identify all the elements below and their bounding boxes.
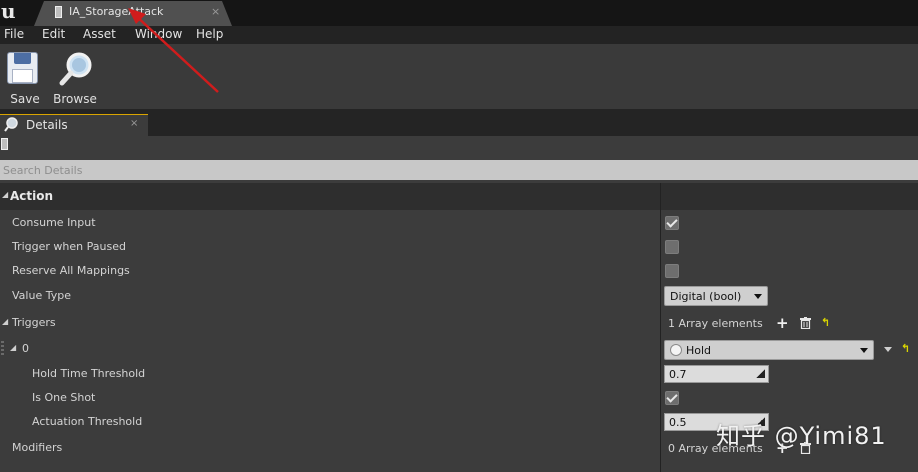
property-label: Trigger when Paused <box>12 240 126 253</box>
browse-magnifier-icon <box>59 52 92 86</box>
toolbar: Save Browse <box>0 44 918 109</box>
property-label: Reserve All Mappings <box>12 264 130 277</box>
menu-edit[interactable]: Edit <box>42 27 65 41</box>
title-bar: u IA_StorageAttack × <box>0 0 918 26</box>
property-row-hold-time-threshold: Hold Time Threshold 0.7 <box>0 362 918 386</box>
category-label: Action <box>10 189 54 203</box>
menu-window[interactable]: Window <box>135 27 182 41</box>
reserve-all-mappings-checkbox[interactable] <box>665 264 679 278</box>
value-type-selected: Digital (bool) <box>670 290 742 303</box>
property-row-reserve-all-mappings: Reserve All Mappings <box>0 259 918 283</box>
asset-icon <box>55 6 62 18</box>
details-tab-label: Details <box>26 118 68 132</box>
menu-asset[interactable]: Asset <box>83 27 116 41</box>
add-element-icon[interactable]: + <box>776 316 789 331</box>
unreal-logo-icon: u <box>1 0 16 23</box>
search-bar <box>0 160 918 180</box>
property-label: Modifiers <box>12 441 63 454</box>
search-details-input[interactable] <box>0 160 918 180</box>
save-button-label: Save <box>10 92 40 106</box>
save-button[interactable]: Save <box>0 50 50 106</box>
details-magnifier-icon <box>4 117 18 132</box>
document-tab[interactable]: IA_StorageAttack × <box>34 1 232 26</box>
trigger-class-selected: Hold <box>686 344 712 357</box>
collapse-arrow-icon[interactable]: ◢ <box>2 190 8 199</box>
value-type-dropdown[interactable]: Digital (bool) <box>664 286 768 306</box>
lock-row <box>0 136 918 160</box>
consume-input-checkbox[interactable] <box>665 216 679 230</box>
resize-grip-icon <box>756 369 765 378</box>
reset-to-default-icon[interactable]: ↰ <box>821 316 830 329</box>
details-tab[interactable]: Details × <box>0 114 148 136</box>
document-tab-label: IA_StorageAttack <box>69 5 164 18</box>
browse-button-label: Browse <box>53 92 97 106</box>
property-label: Hold Time Threshold <box>32 367 146 380</box>
trigger-class-dropdown[interactable]: Hold <box>664 340 874 360</box>
property-row-triggers: ◢ Triggers 1 Array elements + ↰ <box>0 311 918 335</box>
property-row-value-type: Value Type Digital (bool) <box>0 284 918 308</box>
is-one-shot-checkbox[interactable] <box>665 391 679 405</box>
property-label: Triggers <box>12 316 56 329</box>
details-tab-bar: Details × <box>0 109 918 136</box>
drag-handle-icon[interactable] <box>1 341 4 355</box>
property-row-trigger-0: ◢ 0 Hold ↰ <box>0 337 918 361</box>
watermark: 知乎 @Yimi81 <box>716 422 887 450</box>
expand-arrow-icon[interactable]: ◢ <box>10 343 16 352</box>
lock-icon[interactable] <box>1 138 8 150</box>
menu-bar: File Edit Asset Window Help <box>0 26 918 44</box>
menu-help[interactable]: Help <box>196 27 223 41</box>
element-options-icon[interactable] <box>884 347 892 352</box>
actuation-threshold-value: 0.5 <box>669 416 687 429</box>
category-action[interactable]: ◢ Action <box>0 183 918 210</box>
trigger-when-paused-checkbox[interactable] <box>665 240 679 254</box>
property-label: Value Type <box>12 289 71 302</box>
hold-time-threshold-value: 0.7 <box>669 368 687 381</box>
hold-time-threshold-input[interactable]: 0.7 <box>664 365 769 383</box>
trash-icon[interactable] <box>800 317 811 329</box>
class-icon <box>670 344 682 356</box>
property-row-is-one-shot: Is One Shot <box>0 386 918 410</box>
chevron-down-icon <box>754 294 762 299</box>
property-row-consume-input: Consume Input <box>0 211 918 235</box>
property-label: Consume Input <box>12 216 96 229</box>
property-label: Is One Shot <box>32 391 96 404</box>
chevron-down-icon <box>860 348 868 353</box>
reset-to-default-icon[interactable]: ↰ <box>901 342 910 355</box>
expand-arrow-icon[interactable]: ◢ <box>2 317 8 326</box>
property-label: Actuation Threshold <box>32 415 143 428</box>
save-icon <box>7 52 38 84</box>
close-tab-icon[interactable]: × <box>211 5 220 18</box>
close-details-icon[interactable]: × <box>130 118 138 129</box>
triggers-array-count: 1 Array elements <box>668 317 763 330</box>
menu-file[interactable]: File <box>4 27 24 41</box>
property-label: 0 <box>22 342 29 355</box>
browse-button[interactable]: Browse <box>50 50 100 106</box>
property-row-trigger-when-paused: Trigger when Paused <box>0 235 918 259</box>
